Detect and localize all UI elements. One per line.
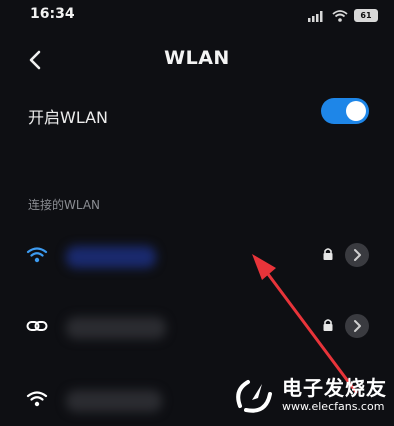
connected-wlan-section-label: 连接的WLAN xyxy=(28,198,101,212)
wlan-toggle-label: 开启WLAN xyxy=(28,108,109,127)
status-time: 16:34 xyxy=(30,6,75,22)
chevron-right-icon xyxy=(354,249,361,261)
watermark-brand: 电子发烧友 xyxy=(282,376,387,400)
page-title: WLAN xyxy=(164,47,230,69)
network-name-blurred xyxy=(66,246,156,268)
toggle-knob xyxy=(346,101,366,121)
wlan-toggle-row[interactable]: 开启WLAN xyxy=(0,92,394,138)
status-bar: 16:34 61 xyxy=(0,0,394,32)
network-name-blurred xyxy=(66,390,162,412)
watermark: 电子发烧友 www.elecfans.com xyxy=(226,370,394,422)
lock-icon xyxy=(323,319,333,331)
network-name-blurred xyxy=(66,317,166,339)
status-icons: 61 xyxy=(308,9,378,22)
network-detail-button[interactable] xyxy=(345,314,369,338)
nav-header: WLAN xyxy=(0,38,394,82)
lock-icon xyxy=(323,248,333,260)
watermark-url: www.elecfans.com xyxy=(282,400,385,413)
wifi-icon xyxy=(26,391,48,407)
link-icon xyxy=(26,321,48,331)
chevron-right-icon xyxy=(354,320,361,332)
wlan-toggle-switch[interactable] xyxy=(321,98,369,124)
signal-bars-icon xyxy=(308,10,323,22)
network-row-connected[interactable] xyxy=(0,234,394,278)
network-detail-button[interactable] xyxy=(345,243,369,267)
elecfans-logo-icon xyxy=(236,380,272,413)
wifi-icon xyxy=(26,247,48,263)
wifi-icon xyxy=(332,9,348,22)
battery-indicator: 61 xyxy=(354,9,378,22)
network-row-saved[interactable] xyxy=(0,305,394,349)
